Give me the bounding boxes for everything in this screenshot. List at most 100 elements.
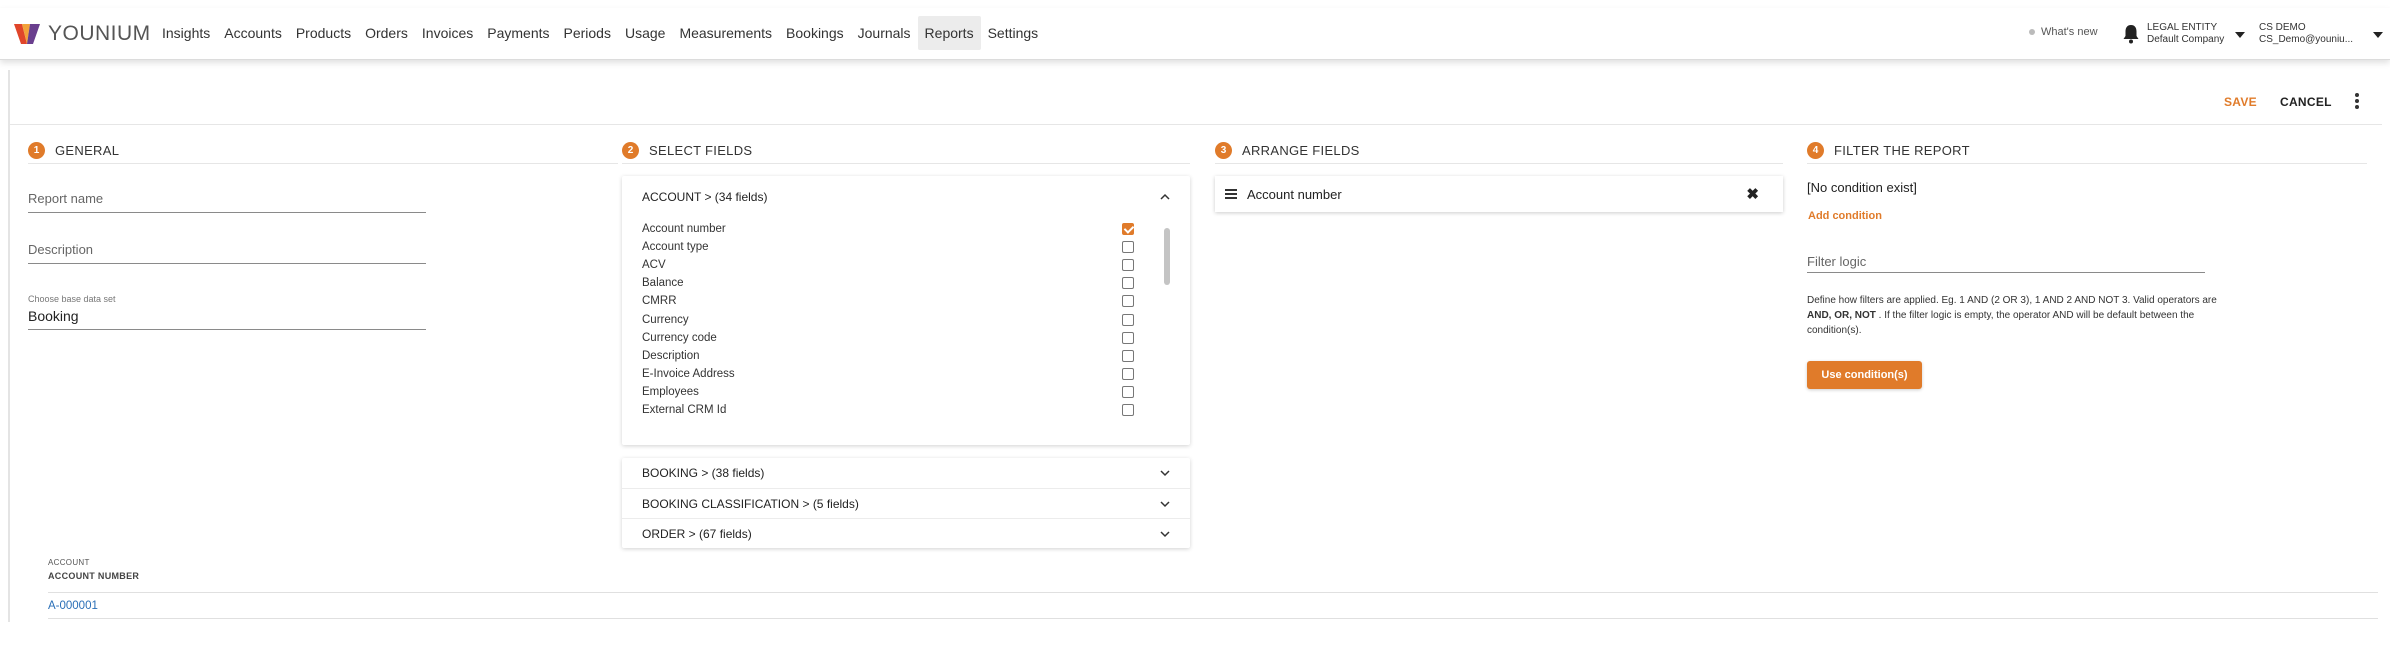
preview-table-header: ACCOUNT ACCOUNT NUMBER bbox=[48, 558, 139, 581]
checkbox-icon[interactable] bbox=[1122, 241, 1134, 254]
section-title: FILTER THE REPORT bbox=[1834, 143, 1970, 158]
checkbox-icon[interactable] bbox=[1122, 295, 1134, 308]
field-list: Account number Account type ACV Balance … bbox=[642, 220, 1162, 419]
nav-products[interactable]: Products bbox=[289, 16, 358, 50]
field-row[interactable]: Balance bbox=[642, 274, 1162, 292]
nav-reports[interactable]: Reports bbox=[917, 16, 981, 50]
field-label: Employees bbox=[642, 385, 699, 398]
nav-accounts[interactable]: Accounts bbox=[217, 16, 289, 50]
checkbox-icon[interactable] bbox=[1122, 403, 1134, 416]
field-list-scrollbar[interactable] bbox=[1164, 228, 1170, 285]
preview-divider bbox=[48, 618, 2378, 619]
checkbox-icon[interactable] bbox=[1122, 259, 1134, 272]
field-row[interactable]: ACV bbox=[642, 256, 1162, 274]
chevron-down-icon[interactable] bbox=[1160, 468, 1170, 478]
section-title: ARRANGE FIELDS bbox=[1242, 143, 1360, 158]
order-group-header[interactable]: ORDER > (67 fields) bbox=[622, 518, 1190, 548]
kebab-menu-icon[interactable] bbox=[2354, 92, 2360, 110]
field-row[interactable]: External CRM Id bbox=[642, 401, 1162, 419]
nav-settings[interactable]: Settings bbox=[981, 16, 1046, 50]
checkbox-icon[interactable] bbox=[1122, 367, 1134, 380]
preview-divider bbox=[48, 592, 2378, 593]
section-title: SELECT FIELDS bbox=[649, 143, 753, 158]
checkbox-icon[interactable] bbox=[1122, 331, 1134, 344]
field-row[interactable]: Currency code bbox=[642, 329, 1162, 347]
add-condition-link[interactable]: Add condition bbox=[1808, 210, 1882, 222]
nav-journals[interactable]: Journals bbox=[851, 16, 918, 50]
field-row[interactable]: Employees bbox=[642, 383, 1162, 401]
whats-new-link[interactable]: What's new bbox=[2029, 26, 2119, 38]
younium-logo[interactable]: YOUNIUM bbox=[12, 22, 151, 46]
checkbox-icon[interactable] bbox=[1122, 223, 1134, 236]
checkbox-icon[interactable] bbox=[1122, 313, 1134, 326]
filter-logic-input[interactable]: Filter logic bbox=[1807, 254, 2205, 273]
field-label: Account type bbox=[642, 241, 709, 254]
field-label: Currency bbox=[642, 313, 689, 326]
no-condition-text: [No condition exist] bbox=[1807, 180, 1917, 195]
base-data-set-select[interactable]: Choose base data set Booking bbox=[28, 294, 426, 330]
nav-bookings[interactable]: Bookings bbox=[779, 16, 851, 50]
checkbox-icon[interactable] bbox=[1122, 277, 1134, 290]
nav-orders[interactable]: Orders bbox=[358, 16, 415, 50]
step-badge: 3 bbox=[1215, 142, 1232, 159]
user-name: CS DEMO bbox=[2259, 22, 2306, 33]
step-badge: 2 bbox=[622, 142, 639, 159]
checkbox-icon[interactable] bbox=[1122, 385, 1134, 398]
nav-insights[interactable]: Insights bbox=[155, 16, 217, 50]
field-label: Balance bbox=[642, 277, 684, 290]
booking-classification-group-label: BOOKING CLASSIFICATION > (5 fields) bbox=[642, 496, 859, 511]
filter-help-part1: Define how filters are applied. Eg. 1 AN… bbox=[1807, 295, 2217, 306]
nav-measurements[interactable]: Measurements bbox=[672, 16, 779, 50]
account-group-label: ACCOUNT > (34 fields) bbox=[642, 190, 768, 204]
nav-usage[interactable]: Usage bbox=[618, 16, 672, 50]
field-row[interactable]: Account type bbox=[642, 238, 1162, 256]
base-data-set-label: Choose base data set bbox=[28, 294, 116, 304]
whats-new-label: What's new bbox=[2041, 26, 2098, 38]
field-row[interactable]: E-Invoice Address bbox=[642, 365, 1162, 383]
chevron-up-icon[interactable] bbox=[1160, 192, 1170, 202]
younium-logo-icon bbox=[14, 24, 40, 44]
field-row[interactable]: Description bbox=[642, 347, 1162, 365]
legal-entity-selector[interactable]: LEGAL ENTITY Default Company bbox=[2147, 22, 2224, 46]
nav-payments[interactable]: Payments bbox=[480, 16, 556, 50]
preview-cell-account-number[interactable]: A-000001 bbox=[48, 600, 98, 612]
chevron-down-icon[interactable] bbox=[1160, 529, 1170, 539]
section-filter-header: 4 FILTER THE REPORT bbox=[1807, 138, 2367, 164]
account-fields-panel: ACCOUNT > (34 fields) Account number Acc… bbox=[622, 176, 1190, 445]
user-menu[interactable]: CS DEMO CS_Demo@youniu... bbox=[2259, 22, 2353, 46]
caret-down-icon[interactable] bbox=[2373, 32, 2383, 38]
preview-column-header[interactable]: ACCOUNT NUMBER bbox=[48, 571, 139, 581]
section-general-header: 1 GENERAL bbox=[28, 138, 618, 164]
filter-logic-placeholder: Filter logic bbox=[1807, 254, 1867, 269]
save-button[interactable]: SAVE bbox=[2224, 95, 2257, 109]
description-field[interactable]: Description bbox=[28, 241, 426, 264]
arranged-field-item[interactable]: Account number ✖ bbox=[1215, 176, 1783, 212]
report-name-field[interactable]: Report name bbox=[28, 190, 426, 213]
drag-handle-icon[interactable] bbox=[1225, 189, 1237, 199]
bell-icon[interactable] bbox=[2122, 24, 2140, 44]
description-placeholder: Description bbox=[28, 242, 94, 257]
collapsed-groups-panel: BOOKING > (38 fields) BOOKING CLASSIFICA… bbox=[622, 458, 1190, 548]
preview-column-group: ACCOUNT bbox=[48, 558, 90, 567]
field-label: Account number bbox=[642, 223, 726, 236]
caret-down-icon[interactable] bbox=[2235, 32, 2245, 38]
legal-entity-label: LEGAL ENTITY bbox=[2147, 22, 2218, 33]
nav-invoices[interactable]: Invoices bbox=[415, 16, 480, 50]
field-label: External CRM Id bbox=[642, 403, 727, 416]
arranged-field-label: Account number bbox=[1247, 186, 1342, 202]
booking-group-header[interactable]: BOOKING > (38 fields) bbox=[622, 458, 1190, 488]
checkbox-icon[interactable] bbox=[1122, 349, 1134, 362]
main-menu: Insights Accounts Products Orders Invoic… bbox=[155, 16, 1045, 50]
field-row[interactable]: Currency bbox=[642, 310, 1162, 328]
booking-classification-group-header[interactable]: BOOKING CLASSIFICATION > (5 fields) bbox=[622, 488, 1190, 518]
cancel-button[interactable]: CANCEL bbox=[2280, 95, 2332, 109]
field-row[interactable]: Account number bbox=[642, 220, 1162, 238]
section-arrange-header: 3 ARRANGE FIELDS bbox=[1215, 138, 1783, 164]
account-group-header[interactable]: ACCOUNT > (34 fields) bbox=[622, 176, 1190, 218]
field-row[interactable]: CMRR bbox=[642, 292, 1162, 310]
use-conditions-button[interactable]: Use condition(s) bbox=[1807, 361, 1922, 389]
chevron-down-icon[interactable] bbox=[1160, 499, 1170, 509]
base-data-set-value: Booking bbox=[28, 308, 79, 324]
nav-periods[interactable]: Periods bbox=[557, 16, 618, 50]
close-icon[interactable]: ✖ bbox=[1746, 185, 1759, 203]
